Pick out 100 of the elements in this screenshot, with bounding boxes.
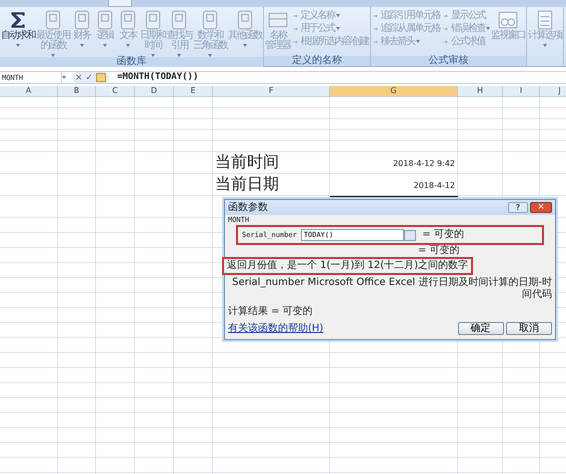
- sheet-cell[interactable]: [135, 383, 174, 398]
- sheet-cell[interactable]: [135, 97, 174, 108]
- sheet-cell[interactable]: [213, 413, 330, 428]
- sheet-cell[interactable]: [135, 141, 174, 152]
- sheet-cell[interactable]: 2018-4-12 9:42: [330, 152, 458, 174]
- sheet-cell[interactable]: [503, 141, 540, 152]
- sheet-cell[interactable]: [174, 130, 213, 141]
- sheet-cell[interactable]: [503, 353, 540, 368]
- sheet-cell[interactable]: [174, 218, 213, 233]
- sheet-cell[interactable]: [0, 119, 58, 130]
- collapse-dialog-icon[interactable]: [404, 230, 416, 240]
- sheet-cell[interactable]: [96, 428, 135, 443]
- sheet-cell[interactable]: [174, 233, 213, 248]
- sheet-cell[interactable]: [58, 293, 96, 308]
- sheet-cell[interactable]: [58, 141, 96, 152]
- sheet-cell[interactable]: [330, 443, 458, 458]
- sheet-cell[interactable]: [0, 141, 58, 152]
- sheet-cell[interactable]: 当前时间: [213, 152, 330, 174]
- sheet-cell[interactable]: [0, 108, 58, 119]
- sheet-cell[interactable]: [503, 108, 540, 119]
- sheet-cell[interactable]: [174, 119, 213, 130]
- sheet-cell[interactable]: [0, 323, 58, 338]
- sheet-cell[interactable]: [96, 130, 135, 141]
- sheet-cell[interactable]: [58, 443, 96, 458]
- sheet-cell[interactable]: [96, 398, 135, 413]
- sheet-cell[interactable]: [58, 383, 96, 398]
- sheet-cell[interactable]: [174, 323, 213, 338]
- sheet-cell[interactable]: [503, 368, 540, 383]
- sheet-cell[interactable]: [174, 108, 213, 119]
- sheet-cell[interactable]: [0, 413, 58, 428]
- column-header[interactable]: J: [540, 86, 566, 97]
- sheet-cell[interactable]: [96, 323, 135, 338]
- column-header[interactable]: H: [458, 86, 503, 97]
- sheet-cell[interactable]: [458, 130, 503, 141]
- sheet-cell[interactable]: [174, 196, 213, 218]
- sheet-cell[interactable]: [213, 398, 330, 413]
- sheet-cell[interactable]: [96, 218, 135, 233]
- sheet-cell[interactable]: [0, 368, 58, 383]
- sheet-cell[interactable]: [58, 278, 96, 293]
- sheet-cell[interactable]: [503, 152, 540, 174]
- column-header[interactable]: C: [96, 86, 135, 97]
- sheet-cell[interactable]: [96, 458, 135, 473]
- sheet-cell[interactable]: 当前日期: [213, 174, 330, 196]
- sheet-cell[interactable]: [0, 308, 58, 323]
- sheet-cell[interactable]: [0, 174, 58, 196]
- sheet-cell[interactable]: [96, 141, 135, 152]
- sheet-cell[interactable]: [213, 119, 330, 130]
- sheet-cell[interactable]: [96, 263, 135, 278]
- close-button[interactable]: ×: [530, 202, 552, 213]
- sheet-cell[interactable]: [58, 152, 96, 174]
- sheet-cell[interactable]: [503, 383, 540, 398]
- column-header[interactable]: E: [174, 86, 213, 97]
- sheet-cell[interactable]: [503, 428, 540, 443]
- column-header[interactable]: A: [0, 86, 58, 97]
- sheet-cell[interactable]: [96, 443, 135, 458]
- sheet-cell[interactable]: [135, 398, 174, 413]
- sheet-cell[interactable]: [135, 196, 174, 218]
- dialog-button[interactable]: 取消: [506, 322, 552, 335]
- sheet-cell[interactable]: [0, 458, 58, 473]
- sheet-cell[interactable]: [58, 233, 96, 248]
- insert-function-icon[interactable]: [96, 73, 106, 82]
- sheet-cell[interactable]: [58, 368, 96, 383]
- sheet-cell[interactable]: [458, 443, 503, 458]
- sheet-cell[interactable]: [458, 97, 503, 108]
- sheet-cell[interactable]: [174, 141, 213, 152]
- sheet-cell[interactable]: [0, 130, 58, 141]
- sheet-cell[interactable]: [330, 428, 458, 443]
- sheet-cell[interactable]: [96, 413, 135, 428]
- sheet-cell[interactable]: [503, 398, 540, 413]
- sheet-cell[interactable]: [174, 308, 213, 323]
- sheet-cell[interactable]: [330, 108, 458, 119]
- sheet-cell[interactable]: [135, 108, 174, 119]
- sheet-cell[interactable]: [135, 368, 174, 383]
- sheet-cell[interactable]: [0, 218, 58, 233]
- help-button[interactable]: ?: [508, 202, 528, 213]
- sheet-cell[interactable]: [330, 458, 458, 473]
- sheet-cell[interactable]: [96, 196, 135, 218]
- enter-button[interactable]: ✓: [86, 72, 94, 82]
- sheet-cell[interactable]: [0, 278, 58, 293]
- sheet-cell[interactable]: [174, 263, 213, 278]
- sheet-cell[interactable]: [213, 368, 330, 383]
- sheet-cell[interactable]: [58, 174, 96, 196]
- sheet-cell[interactable]: [330, 119, 458, 130]
- sheet-cell[interactable]: [135, 248, 174, 263]
- sheet-cell[interactable]: [58, 308, 96, 323]
- column-header[interactable]: F: [213, 86, 330, 97]
- sheet-cell[interactable]: [174, 428, 213, 443]
- sheet-cell[interactable]: [58, 458, 96, 473]
- sheet-cell[interactable]: [135, 152, 174, 174]
- sheet-cell[interactable]: [213, 383, 330, 398]
- sheet-cell[interactable]: [174, 413, 213, 428]
- sheet-cell[interactable]: [0, 152, 58, 174]
- ribbon-button[interactable]: 自动求和: [1, 9, 35, 46]
- sheet-cell[interactable]: [0, 233, 58, 248]
- sheet-cell[interactable]: [58, 428, 96, 443]
- sheet-cell[interactable]: [174, 248, 213, 263]
- sheet-cell[interactable]: [96, 353, 135, 368]
- sheet-cell[interactable]: [135, 233, 174, 248]
- sheet-cell[interactable]: [213, 108, 330, 119]
- sheet-cell[interactable]: [58, 218, 96, 233]
